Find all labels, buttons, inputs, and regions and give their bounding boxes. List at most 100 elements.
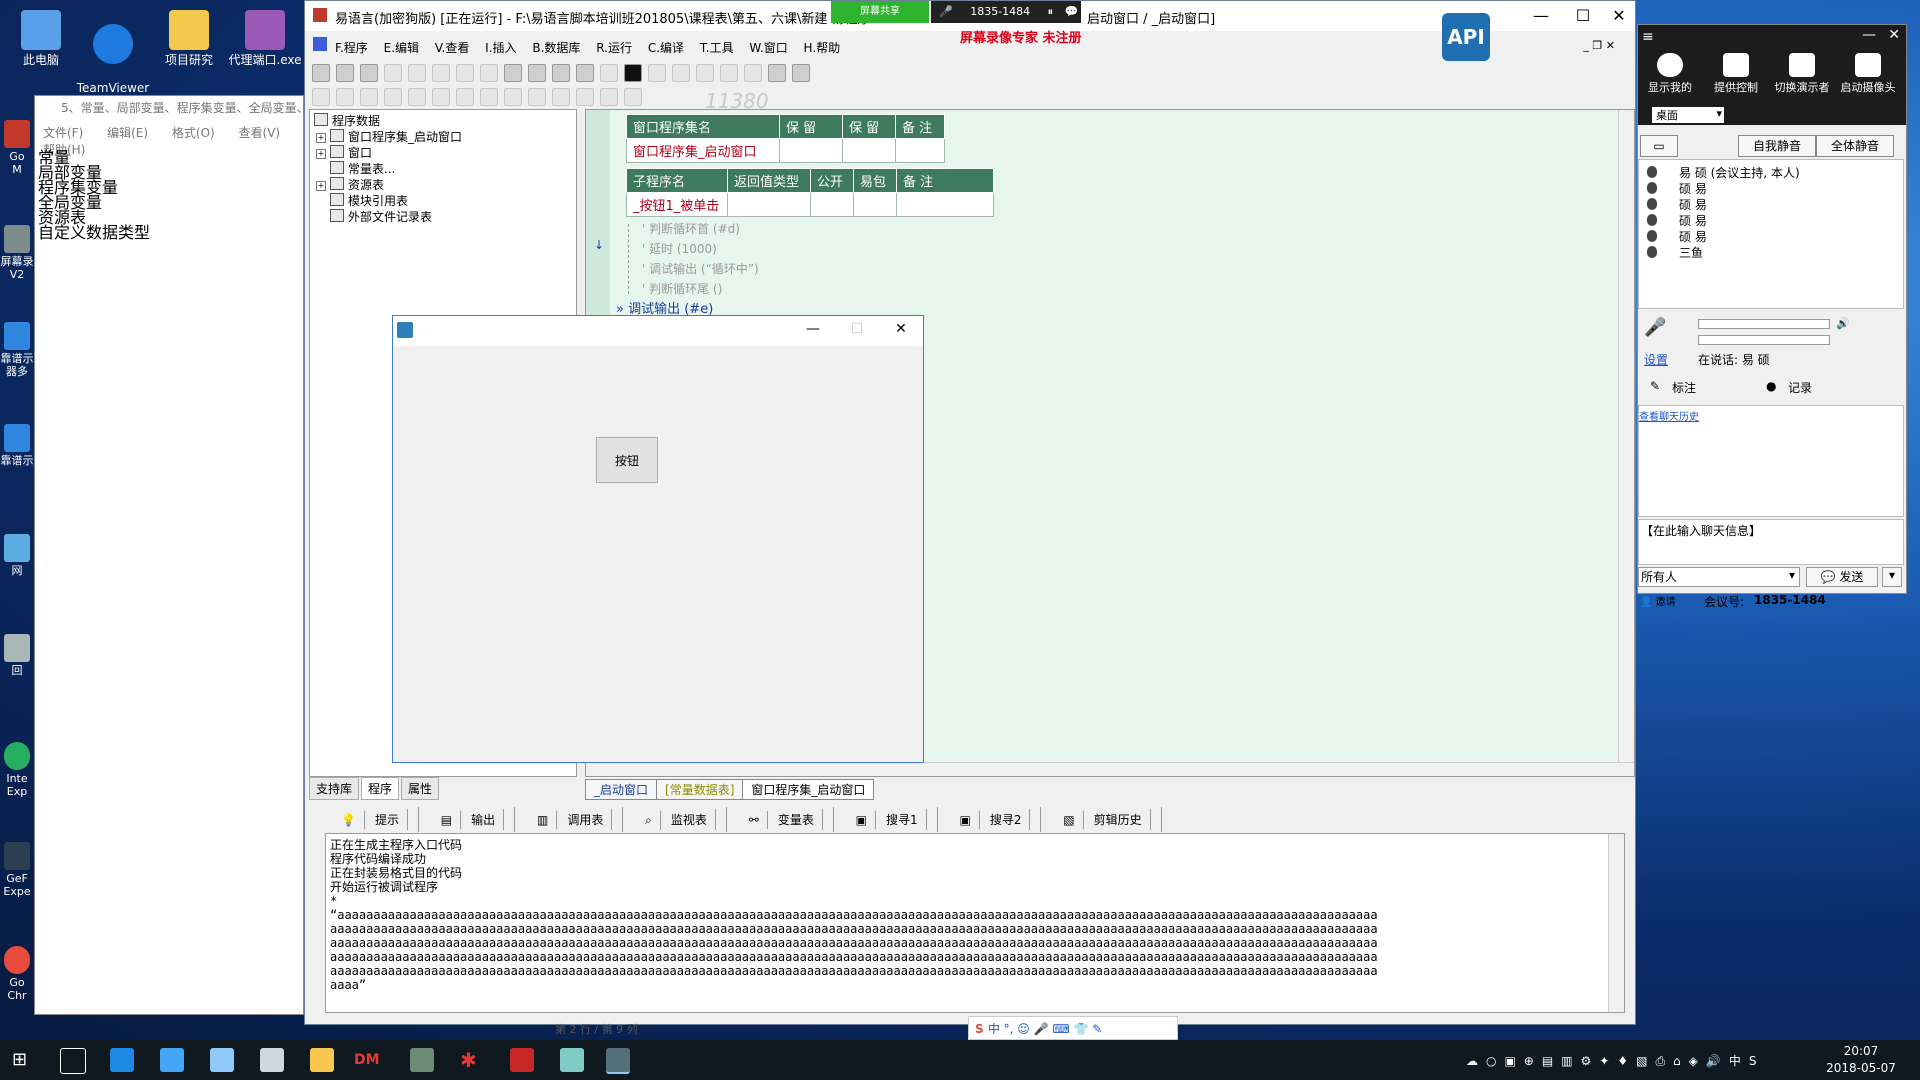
share-control-bar[interactable]: 🎤 1835-1484 ⏸ 💬 — [931, 1, 1081, 23]
tab-clip-history[interactable]: ▧ 剪辑历史 — [1047, 807, 1162, 832]
menu-run[interactable]: R.运行 — [596, 41, 632, 55]
rhub-logo[interactable]: R-HUB — [1860, 593, 1899, 607]
align-icon[interactable] — [528, 88, 546, 106]
tab-search1[interactable]: ▣ 搜寻1 — [840, 807, 938, 832]
tab-properties[interactable]: 属性 — [401, 777, 440, 800]
minimize-button[interactable]: — — [1862, 27, 1876, 43]
tab-search2[interactable]: ▣ 搜寻2 — [943, 807, 1042, 832]
dm-icon[interactable]: DM — [354, 1048, 380, 1072]
expand-icon[interactable]: + — [316, 149, 326, 159]
side-icon-8[interactable]: GeF Expe — [0, 842, 34, 898]
tab-call-stack[interactable]: ▥ 调用表 — [521, 807, 624, 832]
cell[interactable] — [896, 192, 994, 217]
code-line[interactable]: ' 判断循环首 (#d) — [642, 220, 740, 237]
start-camera-button[interactable]: 启动摄像头 — [1836, 53, 1900, 94]
open-icon[interactable] — [336, 64, 354, 82]
menu-help[interactable]: H.帮助 — [804, 41, 841, 55]
app-icon[interactable] — [560, 1048, 584, 1072]
layout2-icon[interactable] — [552, 64, 570, 82]
side-icon-4[interactable]: 靠谱示 — [0, 424, 34, 467]
cell[interactable] — [779, 138, 843, 163]
stop-icon[interactable] — [624, 64, 642, 82]
chat-history-link[interactable]: 查看聊天历史 — [1639, 408, 1699, 423]
store-icon[interactable] — [110, 1048, 134, 1072]
menu-program[interactable]: F.程序 — [335, 41, 368, 55]
side-icon-6[interactable]: 回 — [0, 634, 34, 677]
desktop-icon-project[interactable]: 项目研究 — [152, 6, 226, 67]
align-icon[interactable] — [624, 88, 642, 106]
editor-horizontal-scrollbar[interactable] — [586, 762, 1634, 776]
mic-volume-slider[interactable] — [1698, 319, 1830, 329]
mark-label[interactable]: 标注 — [1672, 379, 1696, 396]
minimize-button[interactable]: — — [1521, 5, 1561, 27]
tab-start-window[interactable]: _启动窗口 — [585, 779, 658, 800]
send-button[interactable]: 💬 发送 — [1806, 567, 1878, 587]
step-icon[interactable] — [648, 64, 666, 82]
notepad-text-area[interactable]: 常量 局部变量 程序集变量 全局变量 资源表 自定义数据类型 — [38, 150, 150, 241]
desktop-select[interactable]: 桌面 ▾ — [1652, 107, 1724, 123]
align-icon[interactable] — [408, 88, 426, 106]
desktop-icon-proxy[interactable]: 代理端口.exe — [228, 6, 302, 67]
tree-node-modules[interactable]: 模块引用表 — [330, 192, 408, 209]
expand-icon[interactable]: + — [316, 133, 326, 143]
chat-icon[interactable]: 💬 — [1065, 5, 1079, 18]
cell-sub-name[interactable]: _按钮1_被单击 — [626, 192, 728, 217]
align-icon[interactable] — [384, 88, 402, 106]
tab-output[interactable]: ▤ 输出 — [425, 807, 516, 832]
code-line[interactable]: ' 调试输出 (“循环中”) — [642, 260, 759, 277]
easy-language-icon[interactable] — [606, 1048, 630, 1074]
windows-start-icon[interactable]: ⊞ — [12, 1048, 36, 1072]
tree-root[interactable]: 程序数据 — [314, 112, 380, 129]
screen-icon[interactable]: ▭ — [1640, 135, 1678, 157]
debug-icon[interactable] — [792, 64, 810, 82]
align-icon[interactable] — [480, 88, 498, 106]
output-panel[interactable]: 正在生成主程序入口代码 程序代码编译成功 正在封装易格式目的代码 开始运行被调试… — [325, 833, 1625, 1013]
paste-icon[interactable] — [432, 64, 450, 82]
list-item[interactable]: 易 硕 (会议主持, 本人) — [1679, 164, 1800, 181]
chat-input[interactable]: 【在此输入聊天信息】 — [1638, 519, 1904, 565]
ime-toolbar[interactable]: S 中 °, ☺ 🎤 ⌨ 👕 ✎ — [968, 1016, 1178, 1040]
tab-hint[interactable]: 💡 提示 — [325, 807, 419, 832]
tree-node-constants[interactable]: 常量表... — [330, 160, 395, 177]
side-icon-2[interactable]: 屏幕录 V2 — [0, 225, 34, 281]
record-label[interactable]: 记录 — [1788, 379, 1812, 396]
step-into-icon[interactable] — [672, 64, 690, 82]
cell[interactable] — [842, 138, 896, 163]
explorer-icon[interactable] — [310, 1048, 334, 1072]
layout3-icon[interactable] — [576, 64, 594, 82]
tab-support-library[interactable]: 支持库 — [309, 777, 360, 800]
task-view-icon[interactable] — [60, 1048, 86, 1074]
tab-program[interactable]: 程序 — [361, 777, 400, 800]
menu-view[interactable]: V.查看 — [435, 41, 469, 55]
menu-window[interactable]: W.窗口 — [749, 41, 787, 55]
cell[interactable] — [810, 192, 854, 217]
new-icon[interactable] — [312, 64, 330, 82]
align-icon[interactable] — [576, 88, 594, 106]
align-icon[interactable] — [360, 88, 378, 106]
notepad-menu-format[interactable]: 格式(O) — [172, 126, 215, 140]
align-icon[interactable] — [336, 88, 354, 106]
cell[interactable] — [853, 192, 897, 217]
tree-node-assembly[interactable]: + 窗口程序集_启动窗口 — [316, 128, 462, 145]
editor-vertical-scrollbar[interactable] — [1618, 110, 1634, 776]
align-icon[interactable] — [456, 88, 474, 106]
side-icon-1[interactable]: Go M — [0, 120, 34, 176]
menu-database[interactable]: B.数据库 — [532, 41, 580, 55]
align-icon[interactable] — [432, 88, 450, 106]
notepad-menu-edit[interactable]: 编辑(E) — [107, 126, 148, 140]
list-item[interactable]: 硕 易 — [1679, 180, 1707, 197]
close-button[interactable]: ✕ — [1599, 5, 1639, 27]
tree-node-external-files[interactable]: 外部文件记录表 — [330, 208, 432, 225]
settings-link[interactable]: 设置 — [1644, 351, 1668, 368]
code-line[interactable]: ' 判断循环尾 () — [642, 280, 722, 297]
notepad-menu-file[interactable]: 文件(F) — [43, 126, 83, 140]
mute-all-button[interactable]: 全体静音 — [1816, 135, 1894, 157]
pause-icon[interactable]: ⏸ — [1048, 5, 1054, 18]
tree-node-resources[interactable]: + 资源表 — [316, 176, 384, 193]
cell[interactable] — [727, 192, 811, 217]
list-item[interactable]: 硕 易 — [1679, 196, 1707, 213]
side-icon-5[interactable]: 网 — [0, 534, 34, 577]
copy-icon[interactable] — [408, 64, 426, 82]
find-icon[interactable] — [504, 64, 522, 82]
list-item[interactable]: 硕 易 — [1679, 228, 1707, 245]
